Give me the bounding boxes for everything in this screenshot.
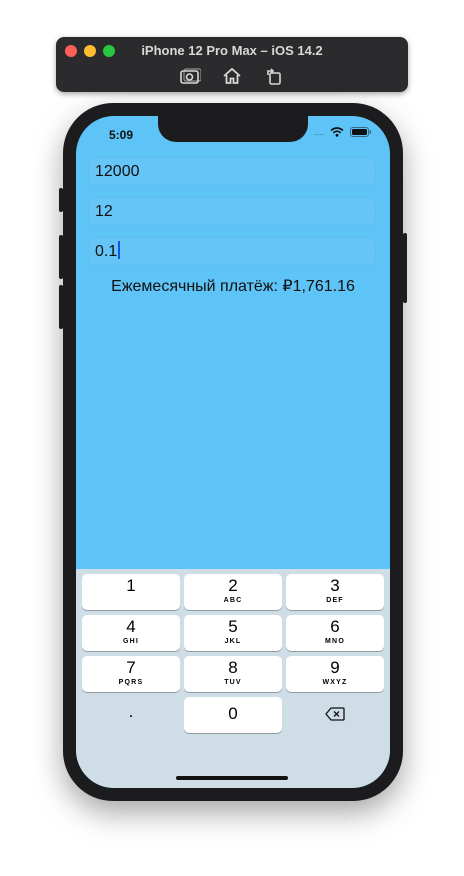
key-letters: ABC (223, 597, 243, 604)
battery-icon (350, 127, 372, 137)
key-digit: 5 (228, 617, 238, 636)
window-title: iPhone 12 Pro Max – iOS 14.2 (141, 43, 323, 58)
key-letters: WXYZ (322, 679, 348, 686)
key-1[interactable]: 1 (82, 574, 180, 610)
notch (158, 116, 308, 142)
key-digit: 6 (330, 617, 340, 636)
key-digit: . (128, 702, 134, 721)
rotate-icon[interactable] (263, 66, 285, 86)
loan-amount-field[interactable]: 12000 (88, 157, 376, 185)
key-0[interactable]: 0 (184, 697, 282, 733)
app-screen: 5:09 .... 12000 12 0.1 Ежемесячный платё… (76, 116, 390, 788)
loan-term-value: 12 (95, 203, 113, 220)
mute-switch (59, 188, 63, 212)
key-digit: 9 (330, 658, 340, 677)
interest-rate-field[interactable]: 0.1 (88, 237, 376, 265)
home-icon[interactable] (221, 66, 243, 86)
status-time: 5:09 (109, 128, 134, 142)
key-digit: 1 (126, 576, 136, 595)
device-frame: 5:09 .... 12000 12 0.1 Ежемесячный платё… (59, 103, 407, 801)
key-5[interactable]: 5 JKL (184, 615, 282, 651)
key-letters: TUV (224, 679, 242, 686)
key-3[interactable]: 3 DEF (286, 574, 384, 610)
key-digit: 4 (126, 617, 136, 636)
key-letters: PQRS (118, 679, 144, 686)
key-letters: GHI (122, 638, 140, 645)
key-digit: 0 (228, 704, 238, 723)
monthly-payment-label: Ежемесячный платёж: ₽1,761.16 (111, 278, 355, 295)
key-decimal[interactable]: . (82, 697, 180, 733)
wifi-icon (330, 127, 344, 137)
key-4[interactable]: 4 GHI (82, 615, 180, 651)
key-digit: 7 (126, 658, 136, 677)
key-letters: MNO (325, 638, 345, 645)
interest-rate-value: 0.1 (95, 243, 118, 260)
loan-amount-value: 12000 (95, 163, 140, 180)
delete-key[interactable] (286, 697, 384, 733)
home-indicator[interactable] (176, 776, 288, 780)
numeric-keypad: 1 2 ABC 3 DEF 4 GHI 5 JKL 6 MNO 7 PQRS 8 TUV 9 W… (76, 569, 390, 788)
loan-term-field[interactable]: 12 (88, 197, 376, 225)
text-cursor (118, 241, 120, 259)
key-digit: 3 (330, 576, 340, 595)
key-2[interactable]: 2 ABC (184, 574, 282, 610)
volume-up-button (59, 235, 63, 279)
key-digit: 2 (228, 576, 238, 595)
screenshot-icon[interactable] (179, 66, 202, 86)
backspace-icon (325, 707, 345, 726)
volume-down-button (59, 285, 63, 329)
key-letters: JKL (224, 638, 242, 645)
key-letters: DEF (326, 597, 344, 604)
key-7[interactable]: 7 PQRS (82, 656, 180, 692)
key-digit: 8 (228, 658, 238, 677)
key-6[interactable]: 6 MNO (286, 615, 384, 651)
key-9[interactable]: 9 WXYZ (286, 656, 384, 692)
power-button (403, 233, 407, 303)
signal-indicator: .... (313, 127, 324, 137)
key-8[interactable]: 8 TUV (184, 656, 282, 692)
simulator-window-titlebar: iPhone 12 Pro Max – iOS 14.2 (56, 37, 408, 92)
